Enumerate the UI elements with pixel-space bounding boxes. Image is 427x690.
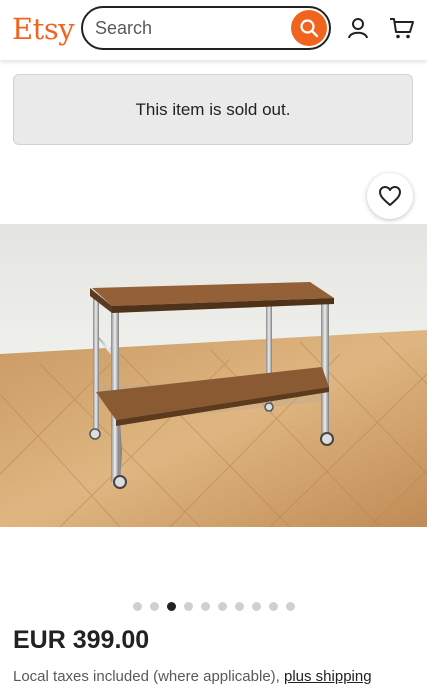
- search-bar[interactable]: [81, 6, 331, 50]
- search-icon: [300, 19, 319, 38]
- listing-image[interactable]: [0, 224, 427, 527]
- pagination-dot[interactable]: [200, 601, 210, 611]
- pagination-dot[interactable]: [166, 601, 176, 611]
- account-button[interactable]: [344, 14, 372, 42]
- favorite-button[interactable]: [367, 173, 413, 219]
- pagination-dot[interactable]: [234, 601, 244, 611]
- cart-icon: [390, 18, 414, 39]
- pagination-dot[interactable]: [268, 601, 278, 611]
- image-pagination: [0, 600, 427, 612]
- pagination-dot[interactable]: [251, 601, 261, 611]
- top-header: Etsy: [0, 0, 427, 60]
- taxes-note: Local taxes included (where applicable),…: [13, 668, 372, 685]
- search-input[interactable]: [95, 8, 285, 48]
- price: EUR 399.00: [13, 626, 150, 654]
- pagination-dot[interactable]: [217, 601, 227, 611]
- pagination-dot[interactable]: [285, 601, 295, 611]
- pagination-dot[interactable]: [183, 601, 193, 611]
- sold-out-banner: This item is sold out.: [13, 74, 413, 145]
- account-icon: [348, 18, 368, 39]
- pagination-dot[interactable]: [132, 601, 142, 611]
- search-button[interactable]: [291, 10, 327, 46]
- shipping-link[interactable]: plus shipping: [284, 668, 372, 685]
- heart-icon: [379, 186, 401, 206]
- taxes-text: Local taxes included (where applicable),: [13, 668, 284, 685]
- pagination-dot[interactable]: [149, 601, 159, 611]
- cart-button[interactable]: [388, 14, 416, 42]
- etsy-logo[interactable]: Etsy: [12, 11, 75, 47]
